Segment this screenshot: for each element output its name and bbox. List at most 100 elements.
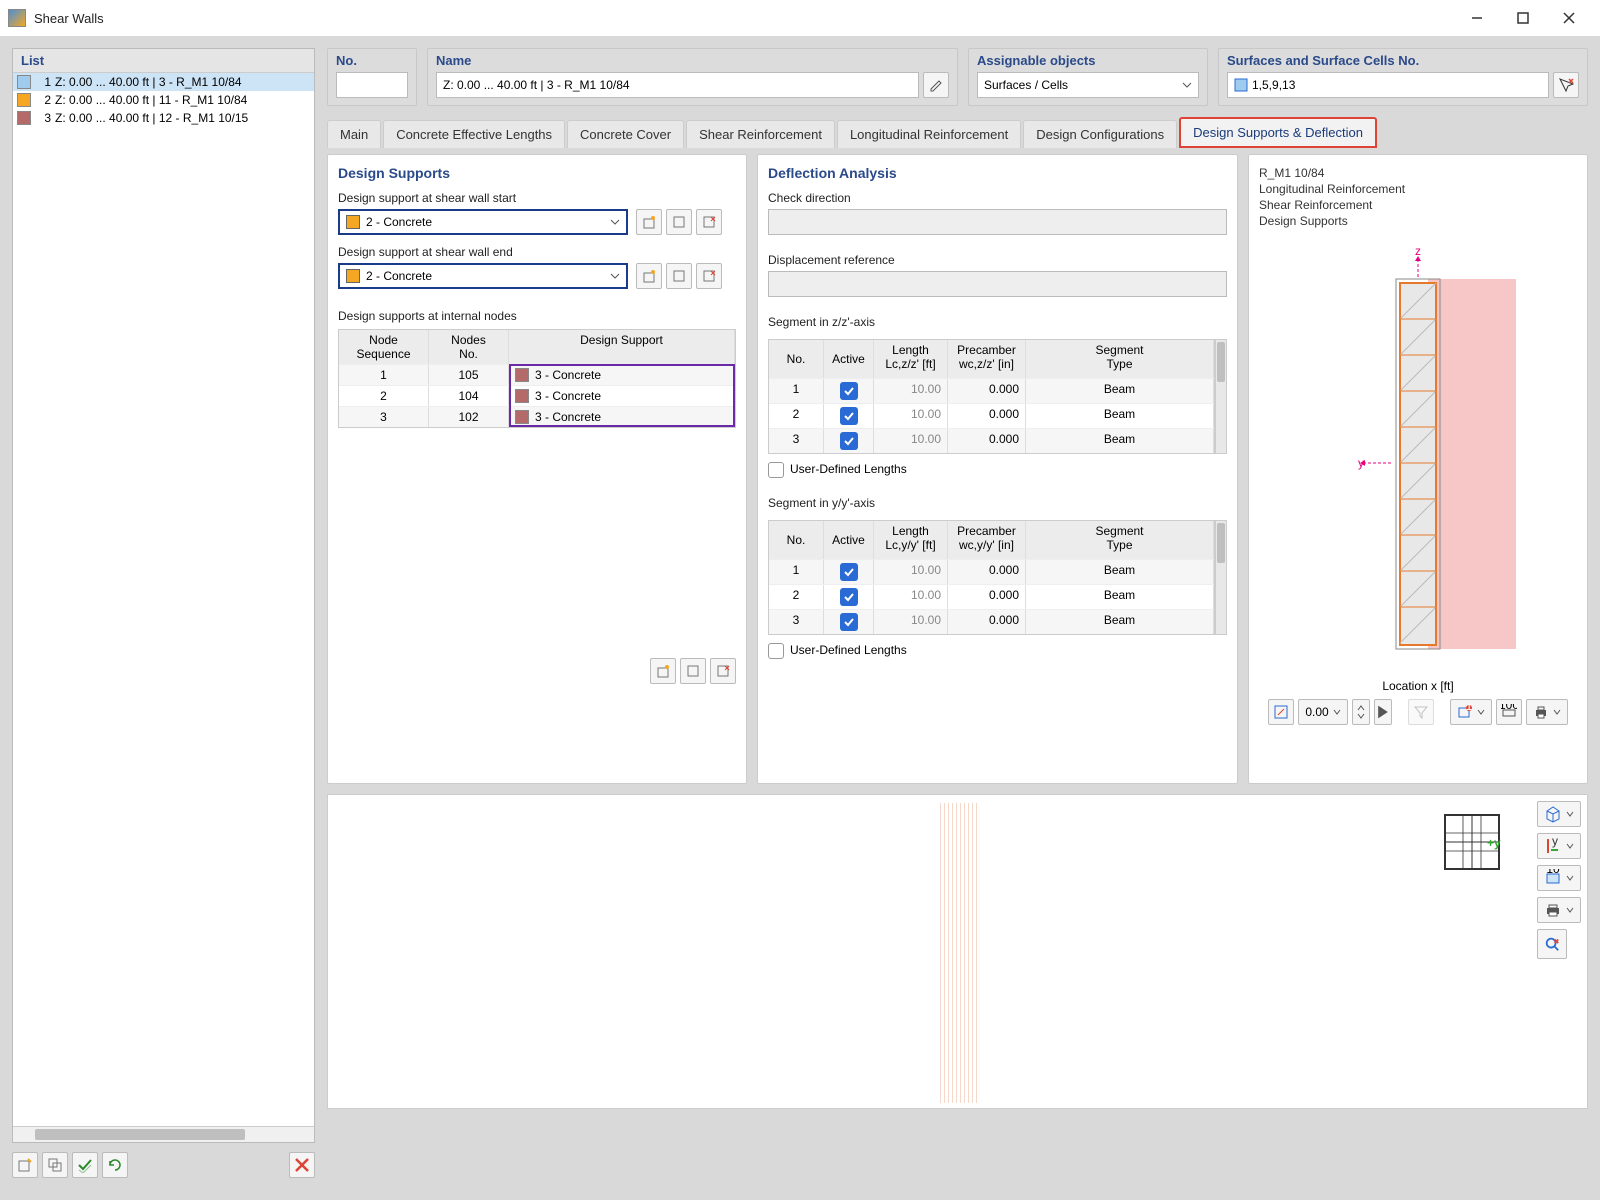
nav-cube[interactable]: +y <box>1437 807 1507 877</box>
tab-shear-reinforcement[interactable]: Shear Reinforcement <box>686 120 835 148</box>
deflection-title: Deflection Analysis <box>768 165 1227 181</box>
chevron-down-icon <box>610 217 620 227</box>
print-button[interactable] <box>1526 699 1568 725</box>
filter-button[interactable] <box>1408 699 1434 725</box>
design-supports-title: Design Supports <box>338 165 736 181</box>
surfaces-input[interactable]: 1,5,9,13 <box>1227 72 1549 98</box>
tabs: MainConcrete Effective LengthsConcrete C… <box>327 118 1588 148</box>
active-checkbox[interactable] <box>840 407 858 425</box>
svg-text:100: 100 <box>1501 704 1517 712</box>
viewport-3d[interactable]: +y y 10 <box>327 794 1588 1109</box>
surfaces-label: Surfaces and Surface Cells No. <box>1227 53 1579 68</box>
tab-concrete-cover[interactable]: Concrete Cover <box>567 120 684 148</box>
active-checkbox[interactable] <box>840 382 858 400</box>
close-button[interactable] <box>1546 3 1592 33</box>
location-label: Location x [ft] <box>1259 679 1577 693</box>
library-button[interactable] <box>666 209 692 235</box>
table-row[interactable]: 21043 - Concrete <box>339 385 735 406</box>
displacement-ref-input[interactable] <box>768 271 1227 297</box>
pick-surfaces-button[interactable] <box>1553 72 1579 98</box>
list-item[interactable]: 1Z: 0.00 ... 40.00 ft | 3 - R_M1 10/84 <box>13 73 314 91</box>
no-label: No. <box>336 53 408 68</box>
edit-name-button[interactable] <box>923 72 949 98</box>
maximize-button[interactable] <box>1500 3 1546 33</box>
axis-button[interactable]: y <box>1537 833 1581 859</box>
location-next-button[interactable] <box>1374 699 1392 725</box>
list-body[interactable]: 1Z: 0.00 ... 40.00 ft | 3 - R_M1 10/842Z… <box>13 73 314 1126</box>
active-checkbox[interactable] <box>840 432 858 450</box>
check-button[interactable] <box>72 1152 98 1178</box>
internal-nodes-label: Design supports at internal nodes <box>338 309 736 323</box>
udl-z-checkbox[interactable] <box>768 462 784 478</box>
displacement-ref-label: Displacement reference <box>768 253 1227 267</box>
internal-nodes-table: Node Sequence Nodes No. Design Support 1… <box>338 329 736 428</box>
segment-z-table: No. Active Length Lc,z/z' [ft] Precamber… <box>768 339 1215 454</box>
table-row[interactable]: 210.000.000Beam <box>769 403 1214 428</box>
name-input[interactable]: Z: 0.00 ... 40.00 ft | 3 - R_M1 10/84 <box>436 72 919 98</box>
section-preview: z y <box>1308 239 1528 669</box>
list-item[interactable]: 3Z: 0.00 ... 40.00 ft | 12 - R_M1 10/15 <box>13 109 314 127</box>
remove-support-button[interactable] <box>696 209 722 235</box>
table-row[interactable]: 110.000.000Beam <box>769 378 1214 403</box>
new-item-button[interactable] <box>12 1152 38 1178</box>
tab-main[interactable]: Main <box>327 120 381 148</box>
table-row[interactable]: 31023 - Concrete <box>339 406 735 427</box>
library-button[interactable] <box>666 263 692 289</box>
list-item[interactable]: 2Z: 0.00 ... 40.00 ft | 11 - R_M1 10/84 <box>13 91 314 109</box>
active-checkbox[interactable] <box>840 588 858 606</box>
check-direction-input[interactable] <box>768 209 1227 235</box>
tab-longitudinal-reinforcement[interactable]: Longitudinal Reinforcement <box>837 120 1021 148</box>
table-row[interactable]: 310.000.000Beam <box>769 428 1214 453</box>
svg-text:+y: +y <box>1487 836 1501 850</box>
check-direction-label: Check direction <box>768 191 1227 205</box>
display-button[interactable]: 10 <box>1537 865 1581 891</box>
no-input[interactable] <box>336 72 408 98</box>
table-row[interactable]: 11053 - Concrete <box>339 364 735 385</box>
active-checkbox[interactable] <box>840 563 858 581</box>
new-row-button[interactable] <box>650 658 676 684</box>
location-value[interactable]: 0.00 <box>1298 699 1347 725</box>
segment-z-label: Segment in z/z'-axis <box>768 315 1227 329</box>
preview-panel: R_M1 10/84Longitudinal ReinforcementShea… <box>1248 154 1588 784</box>
view-1-button[interactable]: 1 <box>1450 699 1492 725</box>
start-support-combo[interactable]: 2 - Concrete <box>338 209 628 235</box>
view-mode-button[interactable] <box>1537 801 1581 827</box>
new-support-button[interactable] <box>636 263 662 289</box>
copy-item-button[interactable] <box>42 1152 68 1178</box>
list-panel: List 1Z: 0.00 ... 40.00 ft | 3 - R_M1 10… <box>12 48 315 1143</box>
app-icon <box>8 9 26 27</box>
udl-y-checkbox[interactable] <box>768 643 784 659</box>
print-view-button[interactable] <box>1537 897 1581 923</box>
end-support-combo[interactable]: 2 - Concrete <box>338 263 628 289</box>
titlebar: Shear Walls <box>0 0 1600 36</box>
scale-button[interactable]: 100 <box>1496 699 1522 725</box>
table-row[interactable]: 110.000.000Beam <box>769 559 1214 584</box>
remove-support-button[interactable] <box>696 263 722 289</box>
wall-3d <box>928 803 988 1103</box>
delete-button[interactable] <box>289 1152 315 1178</box>
location-stepper[interactable] <box>1352 699 1370 725</box>
svg-text:y: y <box>1552 837 1558 848</box>
chevron-down-icon <box>1182 80 1192 90</box>
new-support-button[interactable] <box>636 209 662 235</box>
active-checkbox[interactable] <box>840 613 858 631</box>
location-pick-button[interactable] <box>1268 699 1294 725</box>
delete-row-button[interactable] <box>710 658 736 684</box>
edit-row-button[interactable] <box>680 658 706 684</box>
segment-y-label: Segment in y/y'-axis <box>768 496 1227 510</box>
refresh-button[interactable] <box>102 1152 128 1178</box>
table-row[interactable]: 310.000.000Beam <box>769 609 1214 634</box>
list-scrollbar[interactable] <box>13 1126 314 1142</box>
surface-icon <box>1234 78 1248 92</box>
tab-design-supports-deflection[interactable]: Design Supports & Deflection <box>1179 117 1377 148</box>
tab-design-configurations[interactable]: Design Configurations <box>1023 120 1177 148</box>
svg-text:z: z <box>1415 244 1421 258</box>
window-title: Shear Walls <box>34 11 1454 26</box>
tab-concrete-effective-lengths[interactable]: Concrete Effective Lengths <box>383 120 565 148</box>
table-row[interactable]: 210.000.000Beam <box>769 584 1214 609</box>
assignable-select[interactable]: Surfaces / Cells <box>977 72 1199 98</box>
z-scrollbar[interactable] <box>1215 339 1227 454</box>
minimize-button[interactable] <box>1454 3 1500 33</box>
reset-view-button[interactable] <box>1537 929 1567 959</box>
y-scrollbar[interactable] <box>1215 520 1227 635</box>
